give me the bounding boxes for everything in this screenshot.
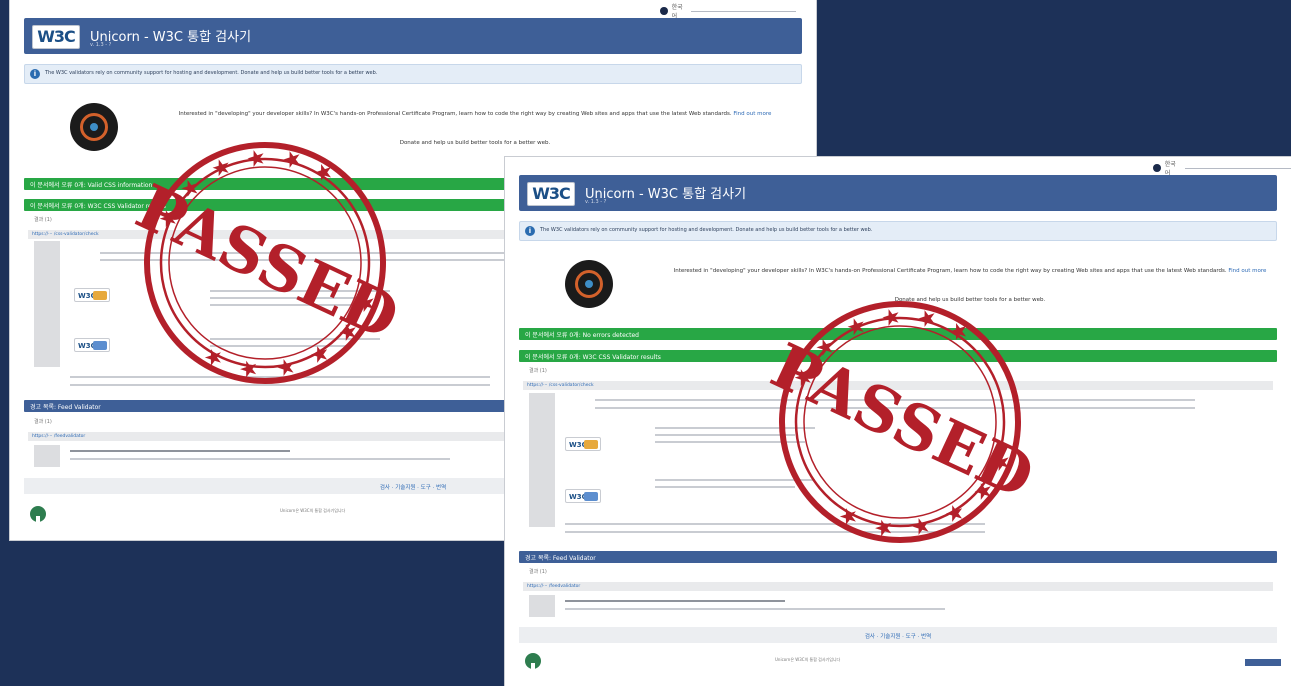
css-badge: W3C xyxy=(74,288,110,302)
checked-url-bar: https://··· /css-validator/check xyxy=(523,381,1273,390)
find-out-more-link[interactable]: Find out more xyxy=(733,111,771,117)
language-select[interactable]: 한국어 xyxy=(1153,161,1291,177)
svg-text:★: ★ xyxy=(836,502,862,532)
promo-text: Interested in "developing" your develope… xyxy=(673,268,1267,274)
svg-text:★: ★ xyxy=(970,477,996,507)
checked-url-link[interactable]: https://··· /css-validator/check xyxy=(527,383,594,388)
page-title: Unicorn - W3C 통합 검사기 xyxy=(90,30,252,45)
css-badge: W3C xyxy=(565,437,601,451)
svg-text:★: ★ xyxy=(236,355,262,385)
donate-text: Donate and help us build better tools fo… xyxy=(894,297,1046,303)
info-banner: i The W3C validators rely on community s… xyxy=(519,221,1277,241)
feed-url-link[interactable]: https://··· /feedvalidator xyxy=(32,434,85,439)
page-subtitle: v. 1.3 - ? xyxy=(90,42,112,48)
globe-icon xyxy=(660,7,668,15)
result-meta: 결과 (1) xyxy=(34,217,52,223)
footer-note: Unicorn은 W3C의 통합 검사기입니다 xyxy=(775,657,841,662)
footer-links[interactable]: 검사 · 기술지원 · 도구 · 번역 xyxy=(519,632,1277,640)
w3c-logo[interactable]: W3C xyxy=(527,182,575,206)
avatar xyxy=(70,103,118,151)
globe-icon xyxy=(1153,164,1161,172)
svg-text:★: ★ xyxy=(201,343,227,373)
footer-nav: 검사 · 기술지원 · 도구 · 번역 xyxy=(519,627,1277,643)
validator-screenshot-2: 한국어 W3C Unicorn - W3C 통합 검사기 v. 1.3 - ? … xyxy=(505,157,1291,686)
stamp-text: PASSED xyxy=(126,170,410,354)
donate-text: Donate and help us build better tools fo… xyxy=(399,140,551,146)
footer-note: Unicorn은 W3C의 통합 검사기입니다 xyxy=(280,508,346,513)
w3c-logo[interactable]: W3C xyxy=(32,25,80,49)
html-badge: W3C xyxy=(74,338,110,352)
info-banner: i The W3C validators rely on community s… xyxy=(24,64,802,84)
svg-text:★: ★ xyxy=(273,353,299,383)
info-icon: i xyxy=(30,69,40,79)
page-header: W3C Unicorn - W3C 통합 검사기 v. 1.3 - ? xyxy=(519,175,1277,211)
feed-validator-bar[interactable]: 경고 목록: Feed Validator xyxy=(519,551,1277,563)
find-out-more-link[interactable]: Find out more xyxy=(1228,268,1266,274)
feed-url-bar: https://··· /feedvalidator xyxy=(523,582,1273,591)
svg-text:★: ★ xyxy=(908,512,934,542)
page-title: Unicorn - W3C 통합 검사기 xyxy=(585,187,747,202)
passed-stamp: ★ ★ ★ ★ ★ ★ ★ ★ ★ ★ ★ ★ PASSED xyxy=(105,128,425,402)
unicorn-logo-icon xyxy=(525,653,541,669)
promo-text: Interested in "developing" your develope… xyxy=(178,111,772,117)
feed-url-link[interactable]: https://··· /feedvalidator xyxy=(527,584,580,589)
page-header: W3C Unicorn - W3C 통합 검사기 v. 1.3 - ? xyxy=(24,18,802,54)
result-bar-valid[interactable]: 이 문서에서 오류 0개: No errors detected xyxy=(519,328,1277,340)
svg-text:★: ★ xyxy=(988,448,1014,478)
svg-text:★: ★ xyxy=(279,145,305,175)
checked-url-link[interactable]: https://··· /css-validator/check xyxy=(32,232,99,237)
footer-button[interactable] xyxy=(1245,659,1281,666)
page-subtitle: v. 1.3 - ? xyxy=(585,199,607,205)
unicorn-logo-icon xyxy=(30,506,46,522)
html-badge: W3C xyxy=(565,489,601,503)
svg-text:★: ★ xyxy=(871,514,897,544)
info-icon: i xyxy=(525,226,535,236)
avatar xyxy=(565,260,613,308)
svg-text:★: ★ xyxy=(335,318,361,348)
language-select[interactable]: 한국어 xyxy=(660,4,796,20)
svg-text:★: ★ xyxy=(243,144,269,174)
result-bar-css[interactable]: 이 문서에서 오류 0개: W3C CSS Validator results xyxy=(519,350,1277,362)
